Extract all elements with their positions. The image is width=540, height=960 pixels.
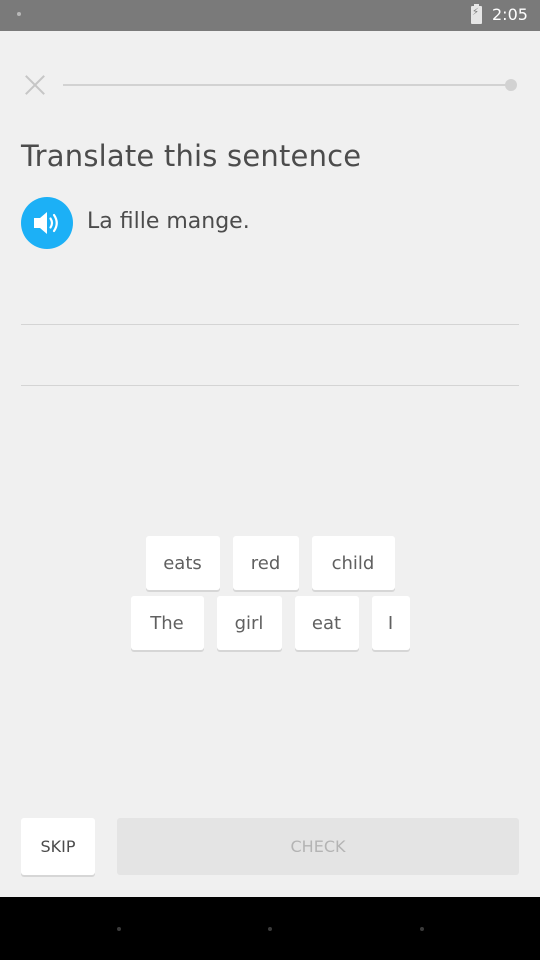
- system-navigation-bar: [0, 897, 540, 960]
- answer-line: [21, 385, 519, 386]
- nav-home-icon[interactable]: [268, 927, 272, 931]
- word-tile[interactable]: red: [232, 536, 299, 590]
- answer-line: [21, 324, 519, 325]
- close-icon[interactable]: [21, 71, 49, 99]
- word-bank-row: eats red child: [0, 536, 540, 590]
- status-clock: 2:05: [492, 5, 528, 24]
- word-tile[interactable]: eat: [294, 596, 359, 650]
- word-tile[interactable]: child: [311, 536, 395, 590]
- word-tile[interactable]: I: [371, 596, 410, 650]
- speaker-icon: [34, 212, 58, 234]
- skip-button[interactable]: SKIP: [21, 818, 95, 875]
- check-button[interactable]: CHECK: [117, 818, 519, 875]
- status-bar: 2:05: [0, 0, 540, 31]
- source-sentence: La fille mange.: [87, 209, 250, 234]
- battery-charging-icon: [471, 4, 482, 24]
- notification-dot-icon: [17, 12, 21, 16]
- word-tile[interactable]: The: [130, 596, 204, 650]
- speaker-button[interactable]: [21, 197, 73, 249]
- answer-area[interactable]: [21, 265, 519, 389]
- nav-back-icon[interactable]: [117, 927, 121, 931]
- progress-end-marker: [505, 79, 517, 91]
- word-bank-row: The girl eat I: [0, 596, 540, 650]
- word-bank: eats red child The girl eat I: [0, 536, 540, 656]
- word-tile[interactable]: eats: [145, 536, 220, 590]
- page-title: Translate this sentence: [21, 139, 362, 173]
- nav-recents-icon[interactable]: [420, 927, 424, 931]
- lesson-progress-bar: [63, 84, 511, 86]
- word-tile[interactable]: girl: [216, 596, 282, 650]
